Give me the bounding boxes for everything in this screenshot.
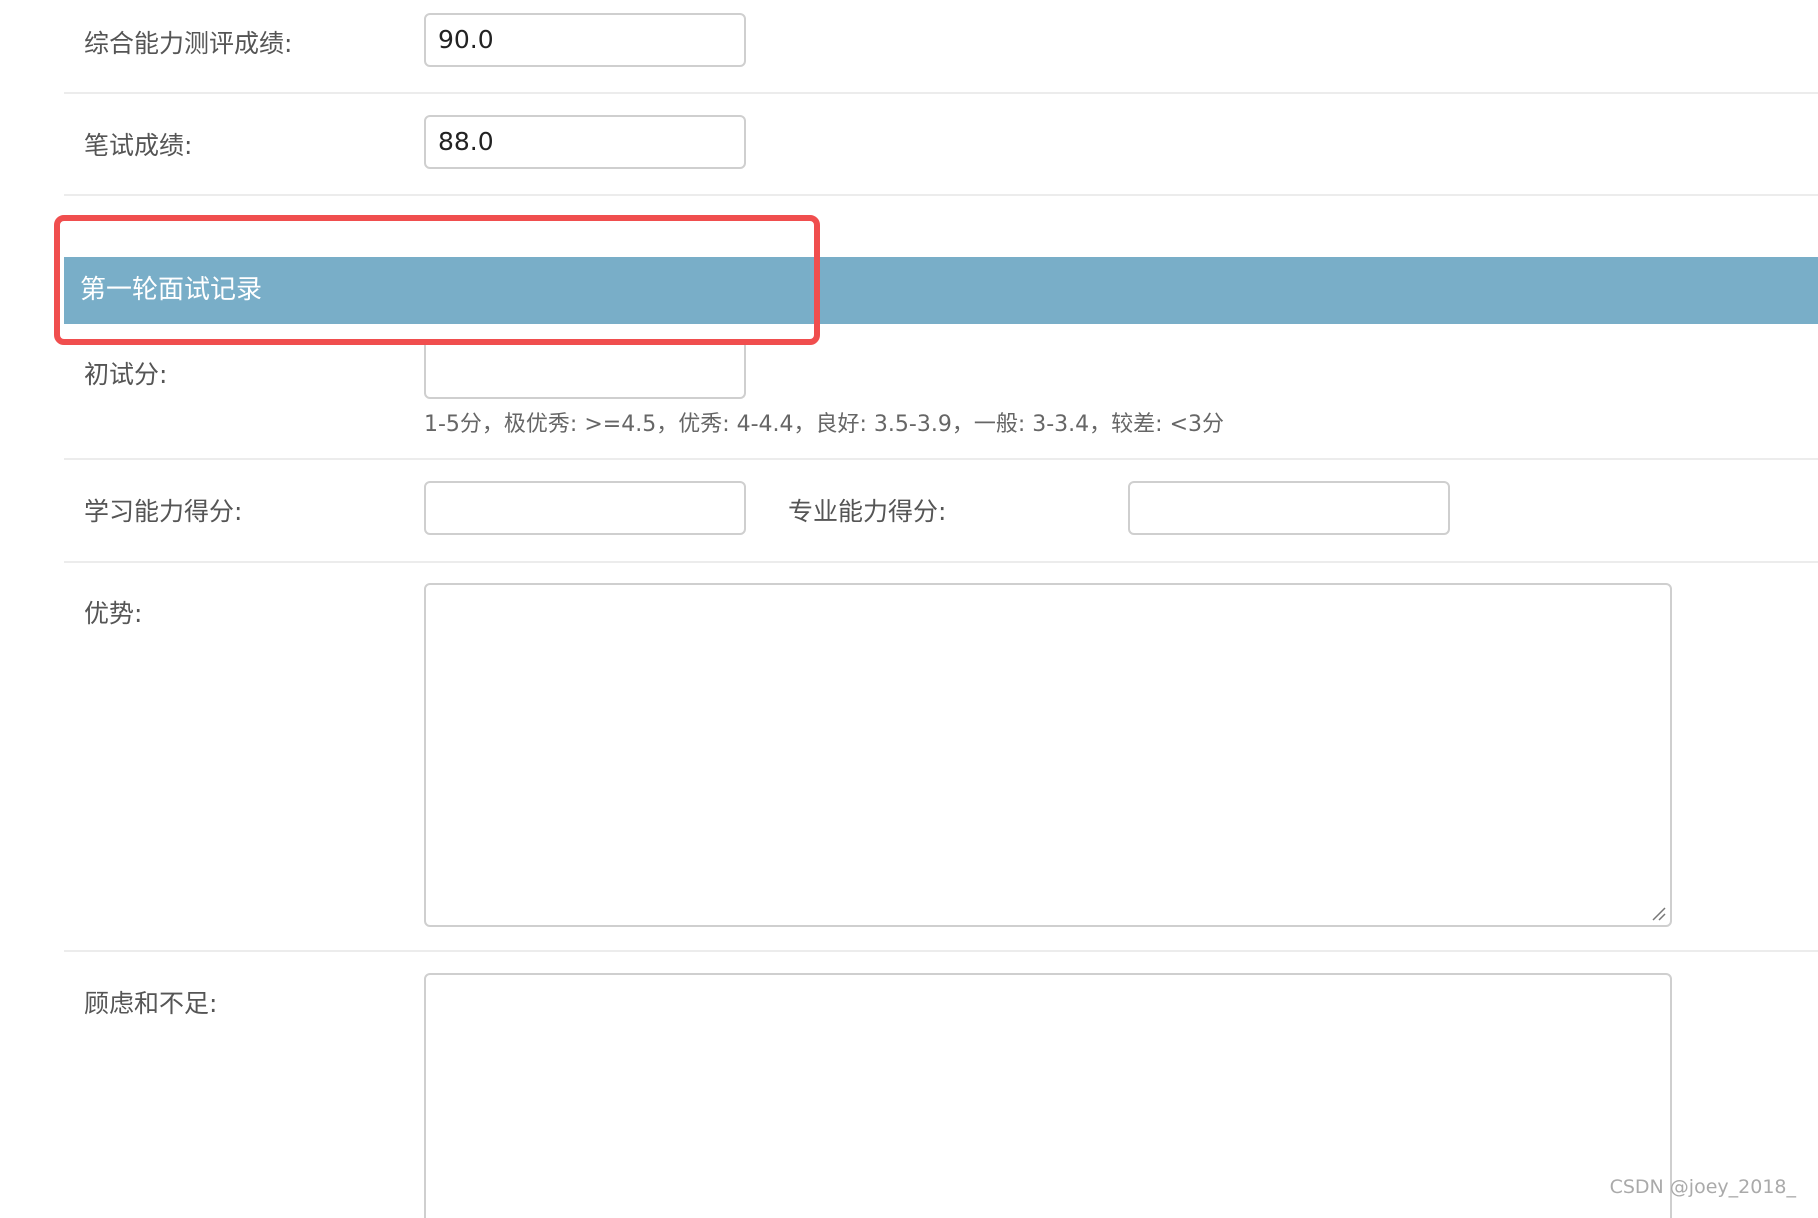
comprehensive-score-input[interactable]: 90.0 xyxy=(424,13,746,67)
row-divider xyxy=(64,950,1818,952)
written-score-input[interactable]: 88.0 xyxy=(424,115,746,169)
interview-form-page: 综合能力测评成绩: 90.0 笔试成绩: 88.0 第一轮面试记录 初试分: 1… xyxy=(0,0,1818,1218)
learning-score-input[interactable] xyxy=(424,481,746,535)
professional-score-input[interactable] xyxy=(1128,481,1450,535)
row-divider xyxy=(64,92,1818,94)
written-score-label: 笔试成绩: xyxy=(84,131,193,160)
professional-score-label: 专业能力得分: xyxy=(788,497,947,526)
advantages-label: 优势: xyxy=(84,599,143,628)
first-interview-score-label: 初试分: xyxy=(84,360,168,389)
first-interview-help-text: 1-5分，极优秀: >=4.5，优秀: 4-4.4，良好: 3.5-3.9，一般… xyxy=(424,412,1225,437)
concerns-textarea[interactable] xyxy=(424,973,1672,1218)
highlight-annotation-box xyxy=(54,215,820,345)
row-divider xyxy=(64,561,1818,563)
row-divider xyxy=(64,194,1818,196)
concerns-label: 顾虑和不足: xyxy=(84,989,218,1018)
advantages-textarea[interactable] xyxy=(424,583,1672,927)
learning-score-label: 学习能力得分: xyxy=(84,497,243,526)
resize-grip-icon[interactable] xyxy=(1650,905,1666,921)
row-divider xyxy=(64,458,1818,460)
comprehensive-score-label: 综合能力测评成绩: xyxy=(84,29,293,58)
csdn-watermark: CSDN @joey_2018_ xyxy=(1609,1176,1796,1198)
first-interview-score-input[interactable] xyxy=(424,345,746,399)
